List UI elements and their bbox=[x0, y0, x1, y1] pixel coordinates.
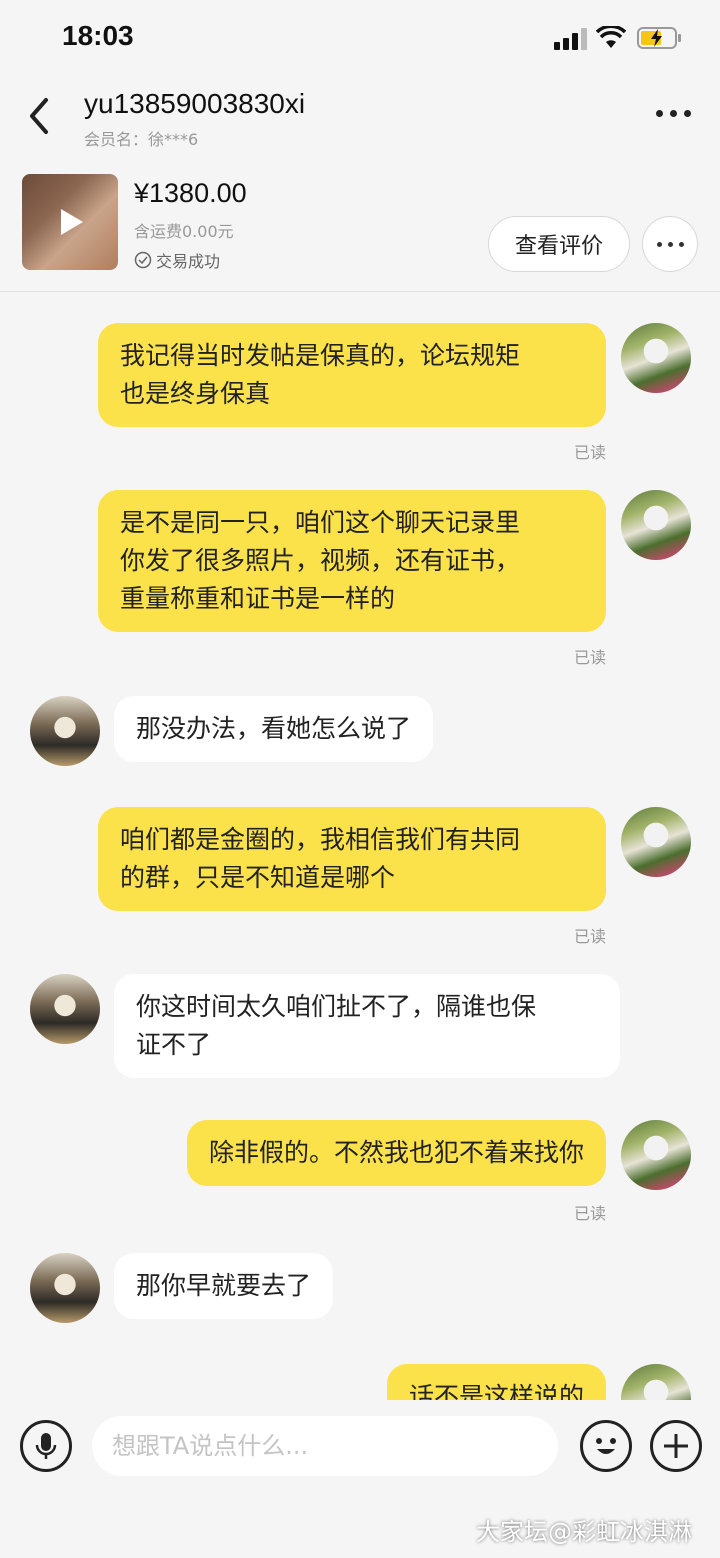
message-line: 也是终身保真 bbox=[120, 379, 271, 408]
message-line: 我记得当时发帖是保真的，论坛规矩 bbox=[120, 341, 521, 370]
contact-avatar[interactable] bbox=[30, 696, 100, 766]
watermark: 大家坛@彩虹冰淇淋 bbox=[476, 1518, 692, 1546]
chat-title: yu13859003830xi bbox=[84, 88, 306, 119]
message-bubble[interactable]: 除非假的。不然我也犯不着来找你 bbox=[186, 1120, 606, 1186]
read-status: 已读 bbox=[573, 927, 606, 946]
chat-header: yu13859003830xi 会员名：徐***6 bbox=[0, 80, 720, 160]
status-bar: 18:03 bbox=[0, 0, 720, 80]
product-card[interactable]: ¥1380.00 含运费0.00元 交易成功 查看评价 bbox=[0, 170, 720, 292]
message-bubble[interactable]: 那你早就要去了 bbox=[114, 1253, 334, 1319]
plus-icon[interactable] bbox=[650, 1420, 702, 1472]
trade-status-label: 交易成功 bbox=[156, 252, 221, 271]
product-more-dots-icon[interactable] bbox=[642, 216, 698, 272]
message-bubble[interactable]: 话不是这样说的 bbox=[386, 1364, 606, 1400]
more-dots-icon[interactable] bbox=[650, 98, 696, 130]
message-line: 你这时间太久咱们扯不了，隔谁也保 bbox=[136, 992, 537, 1021]
input-bar bbox=[0, 1400, 720, 1496]
message-bubble[interactable]: 那没办法，看她怎么说了 bbox=[114, 696, 434, 762]
message-line: 重量称重和证书是一样的 bbox=[120, 584, 396, 613]
message-line: 的群，只是不知道是哪个 bbox=[120, 863, 396, 892]
back-arrow-icon[interactable] bbox=[20, 92, 60, 140]
message-line: 证不了 bbox=[136, 1030, 212, 1059]
message-line: 那你早就要去了 bbox=[136, 1271, 312, 1300]
view-review-button[interactable]: 查看评价 bbox=[488, 216, 630, 272]
contact-avatar[interactable] bbox=[30, 1253, 100, 1323]
battery-icon bbox=[637, 27, 681, 49]
product-price: ¥1380.00 bbox=[134, 178, 247, 208]
trade-status: 交易成功 bbox=[134, 248, 220, 272]
chat-messages[interactable]: 我记得当时发帖是保真的，论坛规矩 也是终身保真 已读 是不是同一只，咱们这个聊天… bbox=[0, 293, 720, 1400]
message-bubble[interactable]: 是不是同一只，咱们这个聊天记录里 你发了很多照片，视频，还有证书， 重量称重和证… bbox=[98, 490, 606, 632]
signal-icon bbox=[554, 28, 588, 50]
shipping-fee: 含运费0.00元 bbox=[134, 222, 234, 241]
microphone-icon[interactable] bbox=[20, 1420, 72, 1472]
my-avatar[interactable] bbox=[621, 323, 691, 393]
wifi-icon bbox=[596, 26, 626, 48]
read-status: 已读 bbox=[573, 443, 606, 462]
my-avatar[interactable] bbox=[621, 1364, 691, 1400]
my-avatar[interactable] bbox=[621, 807, 691, 877]
my-avatar[interactable] bbox=[621, 490, 691, 560]
message-line: 咱们都是金圈的，我相信我们有共同 bbox=[120, 825, 521, 854]
check-circle-icon bbox=[134, 251, 152, 269]
message-line: 那没办法，看她怎么说了 bbox=[136, 714, 412, 743]
contact-avatar[interactable] bbox=[30, 974, 100, 1044]
message-line: 你发了很多照片，视频，还有证书， bbox=[120, 546, 521, 575]
read-status: 已读 bbox=[573, 1204, 606, 1223]
message-bubble[interactable]: 你这时间太久咱们扯不了，隔谁也保 证不了 bbox=[114, 974, 620, 1078]
my-avatar[interactable] bbox=[621, 1120, 691, 1190]
play-icon bbox=[61, 209, 83, 235]
message-line: 话不是这样说的 bbox=[408, 1382, 584, 1400]
status-time: 18:03 bbox=[62, 20, 134, 51]
emoji-icon[interactable] bbox=[580, 1420, 632, 1472]
read-status: 已读 bbox=[573, 648, 606, 667]
product-thumbnail[interactable] bbox=[22, 174, 118, 270]
member-name: 会员名：徐***6 bbox=[84, 130, 199, 149]
message-line: 除非假的。不然我也犯不着来找你 bbox=[208, 1138, 584, 1167]
message-bubble[interactable]: 咱们都是金圈的，我相信我们有共同 的群，只是不知道是哪个 bbox=[98, 807, 606, 911]
message-line: 是不是同一只，咱们这个聊天记录里 bbox=[120, 508, 521, 537]
message-bubble[interactable]: 我记得当时发帖是保真的，论坛规矩 也是终身保真 bbox=[98, 323, 606, 427]
message-input[interactable] bbox=[92, 1416, 558, 1476]
